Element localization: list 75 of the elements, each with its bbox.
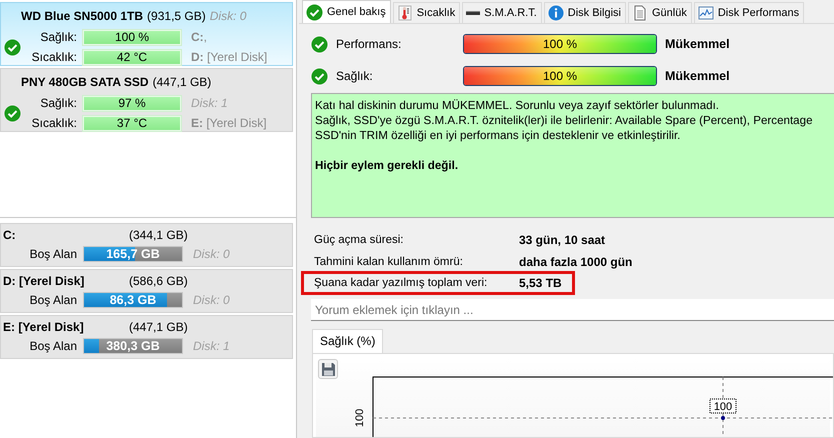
info-value: 33 gün, 10 saat [519, 233, 606, 247]
percent-value: 100 % [542, 36, 578, 53]
rating-value: Mükemmel [665, 69, 730, 83]
partition-name: E: [Yerel Disk] [3, 320, 85, 334]
field-label: Sıcaklık: [30, 50, 77, 64]
free-space-value: 165,7 GB [105, 247, 161, 261]
partition-size: (586,6 GB) [129, 274, 188, 288]
info-icon [548, 5, 564, 21]
drive-letter: E: [Yerel Disk] [191, 116, 267, 130]
tab[interactable]: Genel bakış [302, 0, 391, 23]
info-label: Tahmini kalan kullanım ömrü: [314, 256, 464, 268]
tab[interactable]: Disk Performans [694, 2, 804, 23]
field-label: Sağlık: [336, 69, 374, 83]
free-space-value: 86,3 GB [108, 293, 158, 307]
rating-value: Mükemmel [665, 37, 730, 51]
disk-number: Disk: 0 [193, 293, 230, 307]
tab[interactable]: Disk Bilgisi [544, 2, 626, 23]
disk-card[interactable]: WD Blue SN5000 1TB (931,5 GB) Disk: 0 Sağlık: 100 % C:, Sıcaklık: 42 °C D: [Yerel Disk] [0, 2, 293, 66]
comment-field[interactable]: Yorum eklemek için tıklayın ... [311, 299, 834, 321]
field-label: Performans: [336, 37, 402, 51]
message-text: Katı hal diskinin durumu MÜKEMMEL. Sorunlu veya zayıf sektörler bulunmadı. [315, 98, 720, 113]
percent-value: 100 % [542, 68, 578, 85]
disk-name: PNY 480GB SATA SSD [21, 75, 149, 89]
reading-value: 37 °C [83, 116, 181, 130]
partition-card[interactable]: E: [Yerel Disk] (447,1 GB) Boş Alan 380,3 GB Disk: 1 [0, 315, 293, 359]
axis-label: 100 [354, 408, 366, 428]
message-text: Sağlık, SSD'ye özgü S.M.A.R.T. öznitelik(ler)i ile belirlenir: Available Spare (Percent), Percentage [315, 113, 814, 128]
drive-letter: D: [Yerel Disk] [191, 50, 268, 64]
field-label: Boş Alan [28, 293, 77, 307]
disk-number: Disk: 0 [193, 247, 230, 261]
status-icon [4, 104, 21, 122]
disk-number: Disk: 1 [191, 96, 228, 110]
field-label: Sağlık: [39, 96, 77, 110]
reading-value: 42 °C [83, 50, 181, 64]
field-label: Boş Alan [28, 247, 77, 261]
partition-size: (344,1 GB) [129, 228, 188, 242]
check-icon [306, 4, 323, 20]
partition-name: D: [Yerel Disk] [3, 274, 86, 288]
drive-letter: C:, [191, 30, 208, 44]
field-label: Boş Alan [28, 339, 77, 353]
reading-value: 97 % [83, 96, 181, 110]
status-icon [311, 68, 328, 84]
tab[interactable]: Sıcaklık [392, 2, 460, 23]
disk-name: WD Blue SN5000 1TB [21, 9, 144, 23]
data-point [721, 416, 725, 420]
info-label: Şuana kadar yazılmış toplam veri: [314, 277, 488, 289]
reading-value: 100 % [83, 30, 181, 44]
chart-icon [698, 5, 714, 21]
partition-card[interactable]: D: [Yerel Disk] (586,6 GB) Boş Alan 86,3 GB Disk: 0 [0, 269, 293, 313]
info-label: Güç açma süresi: [314, 234, 404, 246]
disk-size: (447,1 GB) [152, 75, 212, 89]
disk-number: Disk: 0 [210, 9, 246, 23]
info-value: daha fazla 1000 gün [519, 255, 632, 269]
field-label: Sağlık: [39, 30, 77, 44]
info-value: 5,53 TB [519, 276, 562, 290]
thermometer-icon [396, 5, 413, 21]
drive-icon [466, 11, 480, 15]
status-icon [4, 38, 21, 56]
disk-size: (931,5 GB) [147, 9, 206, 23]
message-text: SSD'nin TRIM özelliği en iyi performans için desteklenir ve etkinleştirilir. [315, 128, 682, 143]
document-icon [632, 5, 648, 21]
partition-card[interactable]: C: (344,1 GB) Boş Alan 165,7 GB Disk: 0 [0, 223, 293, 267]
disk-number: Disk: 1 [193, 339, 230, 353]
data-label: 100 [710, 398, 736, 414]
partition-size: (447,1 GB) [129, 320, 188, 334]
free-space-value: 380,3 GB [105, 339, 161, 353]
disk-card[interactable]: PNY 480GB SATA SSD (447,1 GB) Sağlık: 97 % Disk: 1 Sıcaklık: 37 °C E: [Yerel Disk] [0, 68, 293, 132]
tab[interactable]: S.M.A.R.T. [462, 2, 542, 23]
chart-tab[interactable]: Sağlık (%) [312, 329, 384, 353]
save-button[interactable] [318, 359, 338, 379]
status-icon [311, 36, 328, 52]
partition-name: C: [3, 228, 17, 242]
field-label: Sıcaklık: [30, 116, 77, 130]
tab[interactable]: Günlük [628, 2, 692, 23]
action-text: Hiçbir eylem gerekli değil. [315, 158, 460, 173]
